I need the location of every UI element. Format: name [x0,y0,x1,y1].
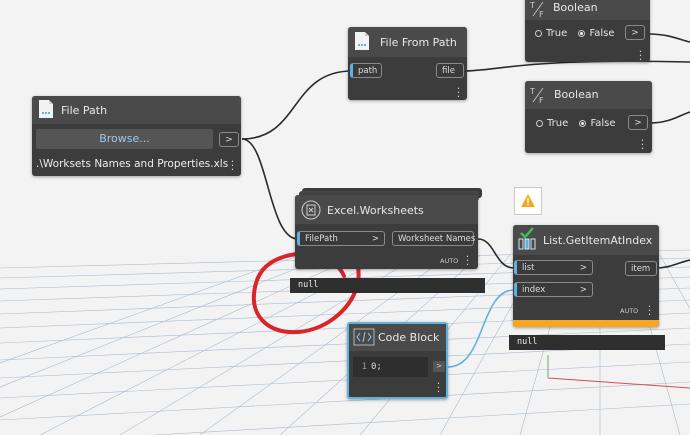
wire-filepath-to-excel [241,138,299,240]
input-arrow: > [371,234,379,244]
node-title: Boolean [553,1,598,14]
input-arrow: > [579,285,587,295]
node-menu-dots[interactable]: · · · [465,251,470,270]
list-check-icon [518,227,536,250]
node-menu-dots[interactable]: · · · [647,301,652,320]
boolean-icon: TF [529,86,547,105]
worksheet-names-output-port[interactable]: Worksheet Names [392,231,475,246]
wire-filepath-to-filefrompath [241,70,353,140]
output-port[interactable]: > [219,132,239,147]
code-editor[interactable]: 1 0; [353,357,428,377]
node-title: Code Block [378,331,440,344]
wire-boolean-top [647,33,690,43]
output-port[interactable]: > [628,115,648,130]
code-brackets-icon [353,328,375,346]
true-radio[interactable] [536,119,543,127]
wire-file-to-right [461,60,690,72]
boolean-node-mid[interactable]: TF Boolean True False > · · · [525,81,652,154]
svg-text:F: F [539,96,544,104]
false-radio[interactable] [578,29,586,37]
warning-bubble[interactable] [514,187,542,215]
excel-sheet-icon [301,200,321,220]
warning-bar [513,320,659,327]
svg-text:T: T [529,87,535,96]
false-label: False [589,28,615,39]
svg-text:T: T [529,1,535,10]
code-block-node[interactable]: Code Block 1 0; > · · · [347,322,448,399]
index-input-port[interactable]: index > [514,282,593,297]
true-label: True [546,28,568,39]
browse-button[interactable]: Browse... [36,129,213,149]
path-input-port[interactable]: path [350,63,382,78]
true-label: True [547,118,569,129]
wire-boolean-mid [649,111,690,124]
boolean-options: True False [536,118,616,129]
filepath-input-port[interactable]: FilePath > [297,231,385,246]
true-radio[interactable] [535,29,542,37]
filepath-input-label: FilePath [305,234,338,244]
node-menu-dots[interactable]: · · · [638,46,643,65]
node-menu-dots[interactable]: · · · [456,83,461,102]
output-port[interactable]: > [433,361,445,372]
lacing-label[interactable]: AUTO [620,307,638,315]
boolean-options: True False [535,28,615,39]
file-output-port[interactable]: file [436,63,464,78]
node-menu-dots[interactable]: · · · [640,135,645,154]
lacing-label[interactable]: AUTO [440,257,458,265]
list-input-label: list [522,263,535,273]
file-from-path-node[interactable]: File From Path path file · · · [348,27,467,102]
svg-text:F: F [539,10,544,18]
excel-preview-bubble[interactable]: null [290,278,485,293]
node-title: List.GetItemAtIndex [543,234,653,247]
node-menu-dots[interactable]: · · · [230,156,235,175]
node-title: Boolean [554,88,599,101]
excel-worksheets-node[interactable]: Excel.Worksheets FilePath > Worksheet Na… [295,195,478,270]
wire-item-right [655,259,690,269]
code-text: 0; [371,362,382,372]
false-label: False [590,118,616,129]
get-item-preview-bubble[interactable]: null [509,335,665,350]
boolean-node-top[interactable]: TF Boolean True False > · · · [525,0,650,65]
file-path-value: .\Worksets Names and Properties.xls [36,158,229,170]
node-title: File Path [61,104,108,117]
node-title: Excel.Worksheets [327,204,424,217]
file-icon [355,32,369,50]
node-menu-dots[interactable]: · · · [436,378,441,397]
warning-icon [521,194,535,207]
item-output-port[interactable]: item [625,261,657,276]
output-port[interactable]: > [625,25,645,40]
index-input-label: index [522,285,546,295]
input-arrow: > [579,263,587,273]
list-input-port[interactable]: list > [514,260,593,275]
file-icon [39,100,53,118]
get-item-at-index-node[interactable]: List.GetItemAtIndex list > index > item … [513,225,659,327]
file-path-node[interactable]: File Path Browse... > .\Worksets Names a… [32,96,241,176]
false-radio[interactable] [579,119,587,127]
boolean-icon: TF [529,0,547,19]
node-title: File From Path [380,36,457,49]
line-number: 1 [361,362,367,372]
